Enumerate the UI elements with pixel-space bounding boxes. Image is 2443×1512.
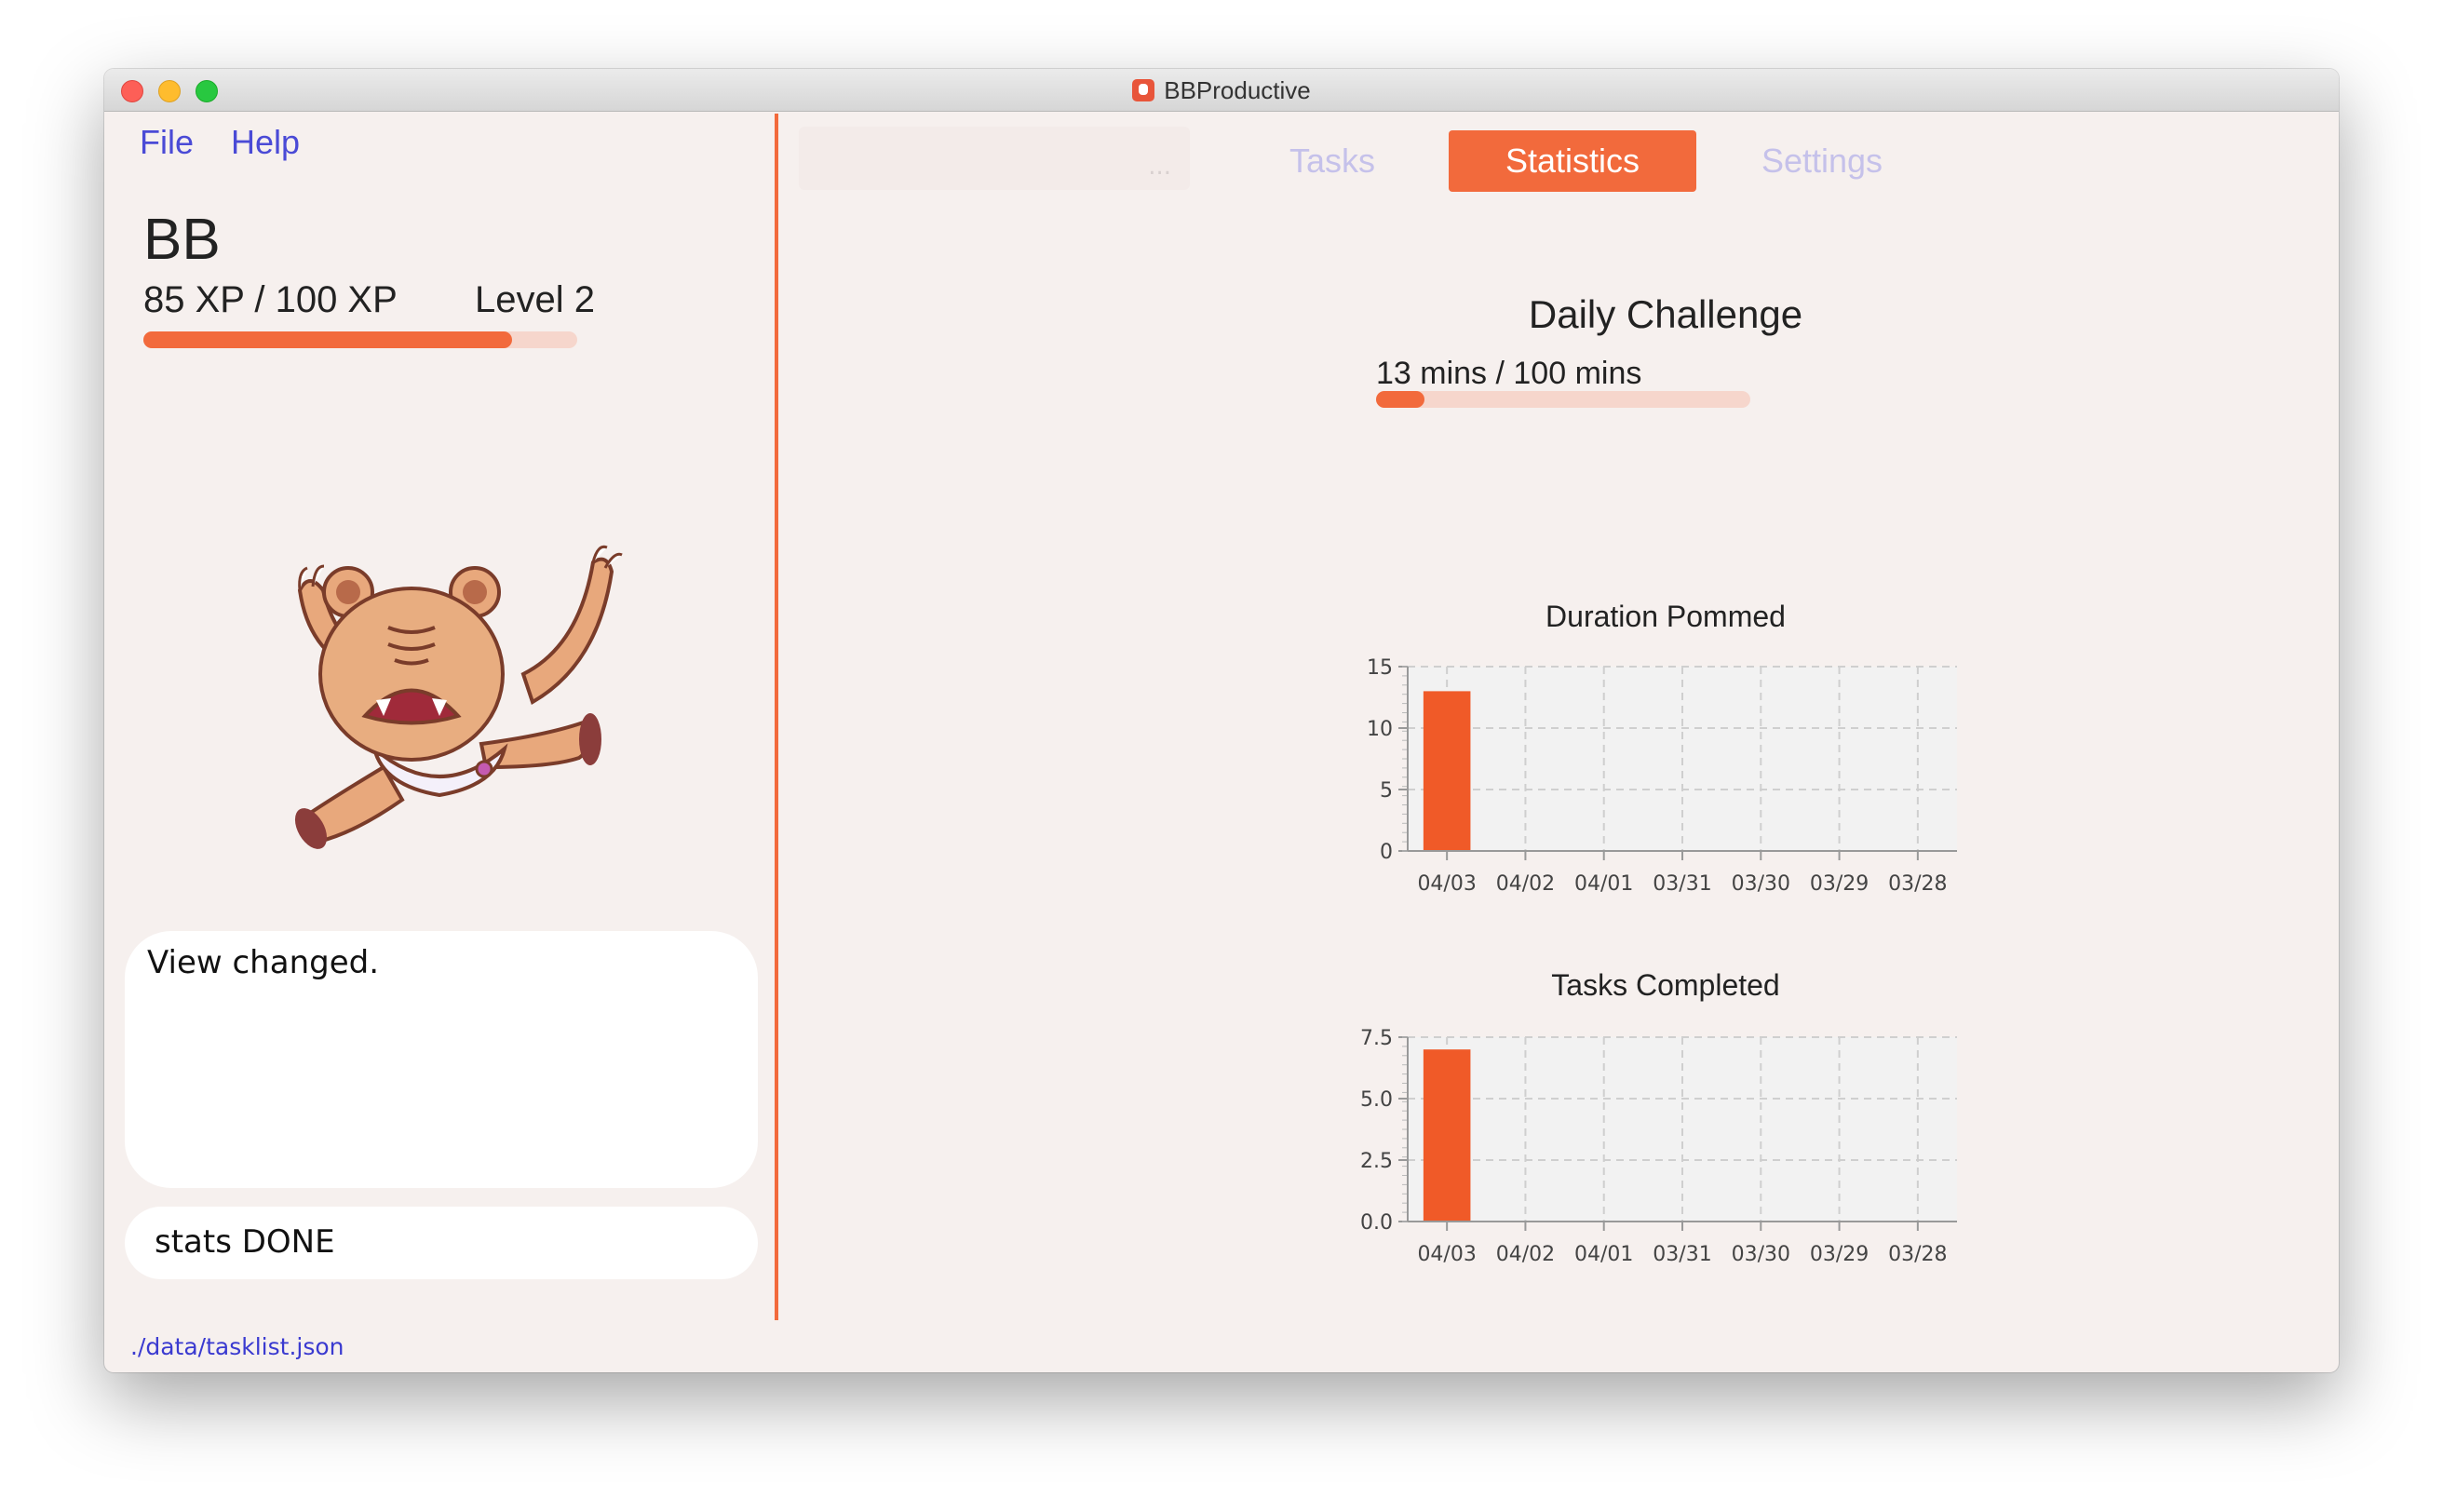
x-tick-label: 04/02 (1496, 872, 1555, 896)
y-tick-label: 5 (1380, 779, 1393, 803)
tab-tasks[interactable]: Tasks (1218, 130, 1447, 192)
command-input-value: stats DONE (155, 1223, 335, 1261)
x-tick-label: 03/29 (1810, 872, 1869, 896)
result-display: View changed. (125, 931, 758, 1188)
daily-challenge-title: Daily Challenge (1528, 292, 1803, 336)
x-tick-label: 04/03 (1417, 1243, 1476, 1266)
daily-challenge-progress-bar (1376, 391, 1750, 408)
tab-settings[interactable]: Settings (1698, 130, 1946, 192)
y-tick-label: 7.5 (1360, 1027, 1393, 1050)
level-text: Level 2 (475, 279, 595, 320)
result-text: View changed. (147, 944, 380, 981)
y-tick-label: 2.5 (1360, 1150, 1393, 1173)
username: BB (143, 208, 221, 272)
y-tick-label: 15 (1367, 656, 1393, 680)
window-title: BBProductive (1164, 75, 1311, 104)
x-tick-label: 04/02 (1496, 1243, 1555, 1266)
xp-text: 85 XP / 100 XP (143, 279, 398, 320)
x-tick-label: 04/03 (1417, 872, 1476, 896)
menu-bar: File Help (140, 123, 300, 162)
bar-04-03 (1423, 691, 1471, 851)
x-tick-label: 04/01 (1574, 872, 1633, 896)
mascot-image (294, 545, 623, 849)
app-icon (1132, 79, 1155, 101)
x-tick-label: 03/30 (1732, 1243, 1790, 1266)
tab-blank[interactable]: ... (799, 127, 1190, 190)
x-tick-label: 03/30 (1732, 872, 1790, 896)
y-tick-label: 10 (1367, 718, 1393, 741)
y-tick-label: 5.0 (1360, 1088, 1393, 1112)
x-tick-label: 03/31 (1653, 1243, 1711, 1266)
y-tick-label: 0 (1380, 841, 1393, 864)
menu-help[interactable]: Help (231, 123, 300, 162)
daily-challenge-progress-fill (1376, 391, 1425, 408)
y-tick-label: 0.0 (1360, 1211, 1393, 1235)
x-tick-label: 03/31 (1653, 872, 1711, 896)
status-bar-file-path: ./data/tasklist.json (130, 1333, 344, 1360)
pane-divider[interactable] (775, 114, 778, 1320)
xp-progress-bar (143, 331, 577, 348)
duration-pommed-chart: 0 5 10 15 04/03 04/02 04/01 03/31 03/30 03/29 03/2… (1367, 656, 1957, 896)
bar-04-03 (1423, 1049, 1471, 1222)
daily-challenge-progress-text: 13 mins / 100 mins (1376, 356, 1642, 391)
tasks-completed-chart: 0.0 2.5 5.0 7.5 04/03 04/02 04/01 03/31 03/30 03/… (1360, 1027, 1957, 1266)
tab-statistics[interactable]: Statistics (1449, 130, 1696, 192)
x-tick-label: 04/01 (1574, 1243, 1633, 1266)
command-input[interactable]: stats DONE (125, 1207, 758, 1279)
x-tick-label: 03/29 (1810, 1243, 1869, 1266)
tab-blank-label: ... (1148, 153, 1171, 181)
x-tick-label: 03/28 (1888, 1243, 1947, 1266)
xp-progress-fill (143, 331, 513, 348)
window-title-group: BBProductive (104, 69, 2339, 112)
title-bar: BBProductive (104, 69, 2339, 112)
x-tick-label: 03/28 (1888, 872, 1947, 896)
menu-file[interactable]: File (140, 123, 194, 162)
chart-title-tasks: Tasks Completed (1551, 968, 1780, 1002)
app-window: BBProductive File Help BB 85 XP / 100 XP… (104, 69, 2339, 1372)
chart-title-duration: Duration Pommed (1545, 600, 1786, 633)
